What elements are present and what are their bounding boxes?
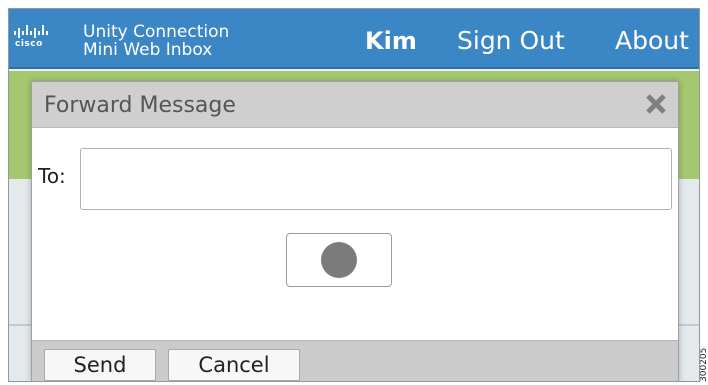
app-title: Unity Connection Mini Web Inbox	[83, 23, 229, 59]
forward-message-dialog: Forward Message To: Send Cancel	[31, 81, 679, 381]
user-name: Kim	[365, 27, 417, 55]
sign-out-link[interactable]: Sign Out	[457, 26, 565, 55]
app-title-line-1: Unity Connection	[83, 22, 230, 42]
app-title-line-2: Mini Web Inbox	[83, 40, 213, 60]
to-label: To:	[38, 164, 66, 188]
about-link[interactable]: About	[615, 26, 689, 55]
dialog-title: Forward Message	[44, 93, 236, 118]
send-button[interactable]: Send	[44, 349, 156, 381]
figure-id-text: 300205	[700, 348, 708, 382]
to-field[interactable]	[80, 148, 672, 210]
cisco-logo: cisco	[13, 25, 49, 51]
cisco-wordmark: cisco	[15, 39, 43, 49]
top-bar: cisco Unity Connection Mini Web Inbox Ki…	[9, 9, 699, 69]
close-icon[interactable]	[642, 90, 670, 118]
dialog-header: Forward Message	[32, 82, 678, 128]
record-dot-icon	[321, 242, 357, 278]
record-button[interactable]	[286, 233, 392, 287]
cancel-button[interactable]: Cancel	[168, 349, 300, 381]
app-window: cisco Unity Connection Mini Web Inbox Ki…	[8, 8, 700, 382]
dialog-footer: Send Cancel	[32, 340, 678, 381]
figure-id: 300205	[700, 348, 708, 382]
cisco-bars-icon	[14, 25, 48, 38]
